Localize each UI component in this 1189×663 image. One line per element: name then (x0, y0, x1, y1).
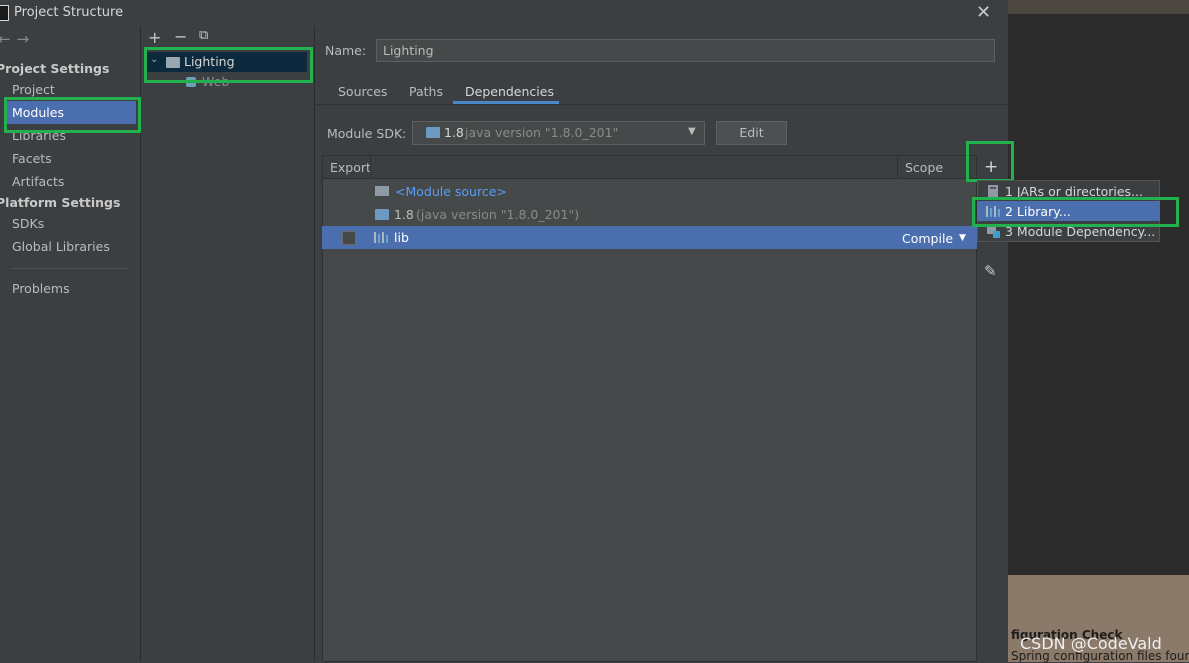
watermark: CSDN @CodeVald (1020, 634, 1162, 653)
remove-icon[interactable]: − (174, 27, 187, 46)
active-tab-indicator (453, 101, 559, 104)
close-icon[interactable]: ✕ (976, 2, 991, 23)
column-scope[interactable]: Scope (905, 160, 943, 175)
module-source-icon (375, 186, 389, 196)
module-sdk-label: Module SDK: (327, 126, 407, 141)
tab-dependencies[interactable]: Dependencies (465, 84, 554, 99)
nav-item-project[interactable]: Project (12, 82, 55, 97)
nav-item-facets[interactable]: Facets (12, 151, 52, 166)
add-icon[interactable]: + (148, 28, 161, 47)
title-bar (0, 0, 1008, 26)
intellij-app-icon (0, 5, 9, 21)
window-title: Project Structure (14, 5, 124, 20)
copy-icon[interactable]: ⧉ (199, 28, 208, 43)
sdk-detail: java version "1.8.0_201" (465, 125, 619, 140)
module-tree-pane (141, 26, 315, 662)
nav-item-sdks[interactable]: SDKs (12, 216, 44, 231)
jdk-folder-icon (375, 209, 389, 220)
sdk-folder-icon (426, 127, 440, 138)
scope-dropdown[interactable]: Compile (902, 231, 953, 246)
nav-divider (12, 268, 127, 269)
library-icon (374, 231, 390, 246)
dependency-row-module-source[interactable]: <Module source> (395, 184, 507, 199)
tab-sources[interactable]: Sources (338, 84, 387, 99)
background-window (1008, 0, 1189, 662)
highlight-box-modules (4, 97, 141, 133)
edit-pencil-icon[interactable]: ✎ (984, 262, 997, 280)
export-checkbox[interactable] (342, 231, 356, 245)
project-settings-header: Project Settings (0, 61, 110, 76)
nav-item-global-libraries[interactable]: Global Libraries (12, 239, 110, 254)
dependency-row-lib[interactable]: lib (394, 230, 409, 245)
dependency-row-jdk[interactable]: 1.8 (394, 207, 414, 222)
dropdown-arrow-icon[interactable]: ▼ (688, 126, 696, 137)
module-dependency-icon (987, 226, 1001, 241)
back-forward-arrows[interactable]: ←→ (0, 30, 35, 48)
highlight-box-lighting (144, 47, 313, 83)
scope-arrow-icon[interactable]: ▼ (959, 233, 966, 243)
module-name-field[interactable]: Lighting (376, 39, 995, 62)
nav-item-artifacts[interactable]: Artifacts (12, 174, 64, 189)
table-row-selected[interactable] (322, 226, 977, 249)
background-strip (1008, 0, 1189, 14)
dependency-row-jdk-detail: (java version "1.8.0_201") (416, 207, 580, 222)
platform-settings-header: Platform Settings (0, 195, 121, 210)
edit-sdk-button[interactable]: Edit (716, 121, 787, 145)
tab-paths[interactable]: Paths (409, 84, 443, 99)
sdk-version: 1.8 (444, 125, 464, 140)
nav-item-problems[interactable]: Problems (12, 281, 70, 296)
name-label: Name: (325, 43, 367, 58)
column-export[interactable]: Export (330, 160, 371, 175)
column-separator (370, 155, 371, 179)
highlight-box-add (966, 141, 1014, 182)
table-header (322, 155, 977, 179)
column-separator (897, 155, 898, 179)
highlight-box-library (972, 197, 1179, 227)
